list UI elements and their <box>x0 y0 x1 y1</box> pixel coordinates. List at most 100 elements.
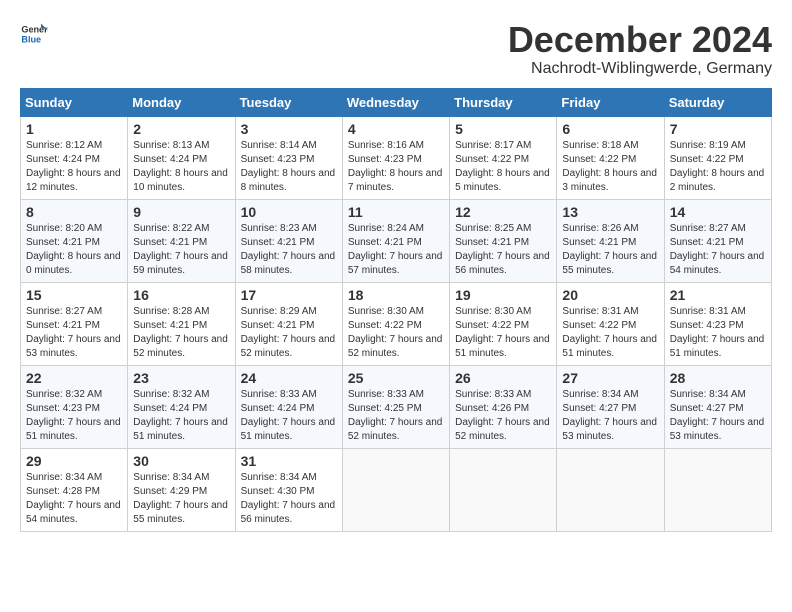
calendar-cell: 6Sunrise: 8:18 AMSunset: 4:22 PMDaylight… <box>557 116 664 199</box>
day-number: 18 <box>348 287 444 303</box>
svg-text:Blue: Blue <box>21 34 41 44</box>
day-number: 13 <box>562 204 658 220</box>
day-number: 24 <box>241 370 337 386</box>
day-number: 16 <box>133 287 229 303</box>
calendar-cell: 25 Sunrise: 8:33 AMSunset: 4:25 PMDayligh… <box>342 365 449 448</box>
calendar-cell: 30 Sunrise: 8:34 AMSunset: 4:29 PMDayligh… <box>128 448 235 531</box>
day-info: Sunrise: 8:29 AMSunset: 4:21 PMDaylight:… <box>241 305 337 361</box>
calendar-cell: 14 Sunrise: 8:27 AMSunset: 4:21 PMDayligh… <box>664 199 771 282</box>
svg-text:General: General <box>21 25 48 35</box>
calendar-cell: 9 Sunrise: 8:22 AMSunset: 4:21 PMDaylight… <box>128 199 235 282</box>
calendar-header-tuesday: Tuesday <box>235 88 342 116</box>
day-info: Sunrise: 8:19 AMSunset: 4:22 PMDaylight:… <box>670 139 766 195</box>
day-number: 23 <box>133 370 229 386</box>
calendar-cell: 4 Sunrise: 8:16 AMSunset: 4:23 PMDaylight… <box>342 116 449 199</box>
day-number: 11 <box>348 204 444 220</box>
day-info: Sunrise: 8:25 AMSunset: 4:21 PMDaylight:… <box>455 222 551 278</box>
day-number: 22 <box>26 370 122 386</box>
calendar-week-row: 15 Sunrise: 8:27 AMSunset: 4:21 PMDayligh… <box>21 282 772 365</box>
calendar-cell: 1 Sunrise: 8:12 AMSunset: 4:24 PMDaylight… <box>21 116 128 199</box>
day-info: Sunrise: 8:18 AMSunset: 4:22 PMDaylight:… <box>562 139 658 195</box>
calendar-cell: 29 Sunrise: 8:34 AMSunset: 4:28 PMDayligh… <box>21 448 128 531</box>
day-number: 31 <box>241 453 337 469</box>
day-info: Sunrise: 8:27 AMSunset: 4:21 PMDaylight:… <box>670 222 766 278</box>
day-number: 8 <box>26 204 122 220</box>
calendar-table: SundayMondayTuesdayWednesdayThursdayFrid… <box>20 88 772 532</box>
day-info: Sunrise: 8:13 AMSunset: 4:24 PMDaylight:… <box>133 139 229 195</box>
day-number: 9 <box>133 204 229 220</box>
day-number: 17 <box>241 287 337 303</box>
calendar-cell: 26 Sunrise: 8:33 AMSunset: 4:26 PMDayligh… <box>450 365 557 448</box>
calendar-cell: 11 Sunrise: 8:24 AMSunset: 4:21 PMDayligh… <box>342 199 449 282</box>
day-number: 5 <box>455 121 551 137</box>
day-number: 1 <box>26 121 122 137</box>
day-info: Sunrise: 8:33 AMSunset: 4:26 PMDaylight:… <box>455 388 551 444</box>
calendar-cell <box>450 448 557 531</box>
day-info: Sunrise: 8:20 AMSunset: 4:21 PMDaylight:… <box>26 222 122 278</box>
calendar-cell: 3 Sunrise: 8:14 AMSunset: 4:23 PMDaylight… <box>235 116 342 199</box>
calendar-week-row: 29 Sunrise: 8:34 AMSunset: 4:28 PMDayligh… <box>21 448 772 531</box>
title-section: December 2024 Nachrodt-Wiblingwerde, Ger… <box>508 20 772 78</box>
calendar-cell: 15 Sunrise: 8:27 AMSunset: 4:21 PMDayligh… <box>21 282 128 365</box>
calendar-cell: 13 Sunrise: 8:26 AMSunset: 4:21 PMDayligh… <box>557 199 664 282</box>
calendar-cell: 17 Sunrise: 8:29 AMSunset: 4:21 PMDayligh… <box>235 282 342 365</box>
day-number: 21 <box>670 287 766 303</box>
calendar-header-friday: Friday <box>557 88 664 116</box>
calendar-cell: 10 Sunrise: 8:23 AMSunset: 4:21 PMDayligh… <box>235 199 342 282</box>
calendar-header-saturday: Saturday <box>664 88 771 116</box>
calendar-cell: 16 Sunrise: 8:28 AMSunset: 4:21 PMDayligh… <box>128 282 235 365</box>
day-info: Sunrise: 8:23 AMSunset: 4:21 PMDaylight:… <box>241 222 337 278</box>
calendar-week-row: 1 Sunrise: 8:12 AMSunset: 4:24 PMDaylight… <box>21 116 772 199</box>
day-number: 15 <box>26 287 122 303</box>
calendar-cell: 24 Sunrise: 8:33 AMSunset: 4:24 PMDayligh… <box>235 365 342 448</box>
calendar-header-row: SundayMondayTuesdayWednesdayThursdayFrid… <box>21 88 772 116</box>
day-number: 20 <box>562 287 658 303</box>
day-info: Sunrise: 8:32 AMSunset: 4:24 PMDaylight:… <box>133 388 229 444</box>
day-number: 27 <box>562 370 658 386</box>
day-info: Sunrise: 8:34 AMSunset: 4:27 PMDaylight:… <box>670 388 766 444</box>
day-number: 30 <box>133 453 229 469</box>
day-number: 29 <box>26 453 122 469</box>
page-title: December 2024 <box>508 20 772 60</box>
day-info: Sunrise: 8:34 AMSunset: 4:28 PMDaylight:… <box>26 471 122 527</box>
calendar-cell: 20 Sunrise: 8:31 AMSunset: 4:22 PMDayligh… <box>557 282 664 365</box>
day-info: Sunrise: 8:16 AMSunset: 4:23 PMDaylight:… <box>348 139 444 195</box>
day-info: Sunrise: 8:26 AMSunset: 4:21 PMDaylight:… <box>562 222 658 278</box>
day-info: Sunrise: 8:28 AMSunset: 4:21 PMDaylight:… <box>133 305 229 361</box>
calendar-cell: 2Sunrise: 8:13 AMSunset: 4:24 PMDaylight… <box>128 116 235 199</box>
day-info: Sunrise: 8:34 AMSunset: 4:27 PMDaylight:… <box>562 388 658 444</box>
day-info: Sunrise: 8:34 AMSunset: 4:29 PMDaylight:… <box>133 471 229 527</box>
day-number: 19 <box>455 287 551 303</box>
day-number: 25 <box>348 370 444 386</box>
day-number: 14 <box>670 204 766 220</box>
logo-icon: General Blue <box>20 20 48 48</box>
day-number: 4 <box>348 121 444 137</box>
day-info: Sunrise: 8:14 AMSunset: 4:23 PMDaylight:… <box>241 139 337 195</box>
day-info: Sunrise: 8:33 AMSunset: 4:24 PMDaylight:… <box>241 388 337 444</box>
day-info: Sunrise: 8:30 AMSunset: 4:22 PMDaylight:… <box>348 305 444 361</box>
calendar-week-row: 22Sunrise: 8:32 AMSunset: 4:23 PMDayligh… <box>21 365 772 448</box>
calendar-header-wednesday: Wednesday <box>342 88 449 116</box>
day-info: Sunrise: 8:33 AMSunset: 4:25 PMDaylight:… <box>348 388 444 444</box>
day-info: Sunrise: 8:17 AMSunset: 4:22 PMDaylight:… <box>455 139 551 195</box>
day-info: Sunrise: 8:30 AMSunset: 4:22 PMDaylight:… <box>455 305 551 361</box>
calendar-cell: 27 Sunrise: 8:34 AMSunset: 4:27 PMDayligh… <box>557 365 664 448</box>
day-info: Sunrise: 8:12 AMSunset: 4:24 PMDaylight:… <box>26 139 122 195</box>
calendar-header-thursday: Thursday <box>450 88 557 116</box>
calendar-cell <box>557 448 664 531</box>
calendar-cell: 21Sunrise: 8:31 AMSunset: 4:23 PMDayligh… <box>664 282 771 365</box>
day-number: 3 <box>241 121 337 137</box>
calendar-cell: 22Sunrise: 8:32 AMSunset: 4:23 PMDayligh… <box>21 365 128 448</box>
day-info: Sunrise: 8:22 AMSunset: 4:21 PMDaylight:… <box>133 222 229 278</box>
day-info: Sunrise: 8:31 AMSunset: 4:22 PMDaylight:… <box>562 305 658 361</box>
calendar-header-monday: Monday <box>128 88 235 116</box>
day-info: Sunrise: 8:24 AMSunset: 4:21 PMDaylight:… <box>348 222 444 278</box>
calendar-cell: 28 Sunrise: 8:34 AMSunset: 4:27 PMDayligh… <box>664 365 771 448</box>
calendar-cell: 8 Sunrise: 8:20 AMSunset: 4:21 PMDaylight… <box>21 199 128 282</box>
calendar-cell <box>664 448 771 531</box>
day-number: 26 <box>455 370 551 386</box>
day-info: Sunrise: 8:27 AMSunset: 4:21 PMDaylight:… <box>26 305 122 361</box>
day-number: 12 <box>455 204 551 220</box>
day-number: 10 <box>241 204 337 220</box>
day-number: 28 <box>670 370 766 386</box>
